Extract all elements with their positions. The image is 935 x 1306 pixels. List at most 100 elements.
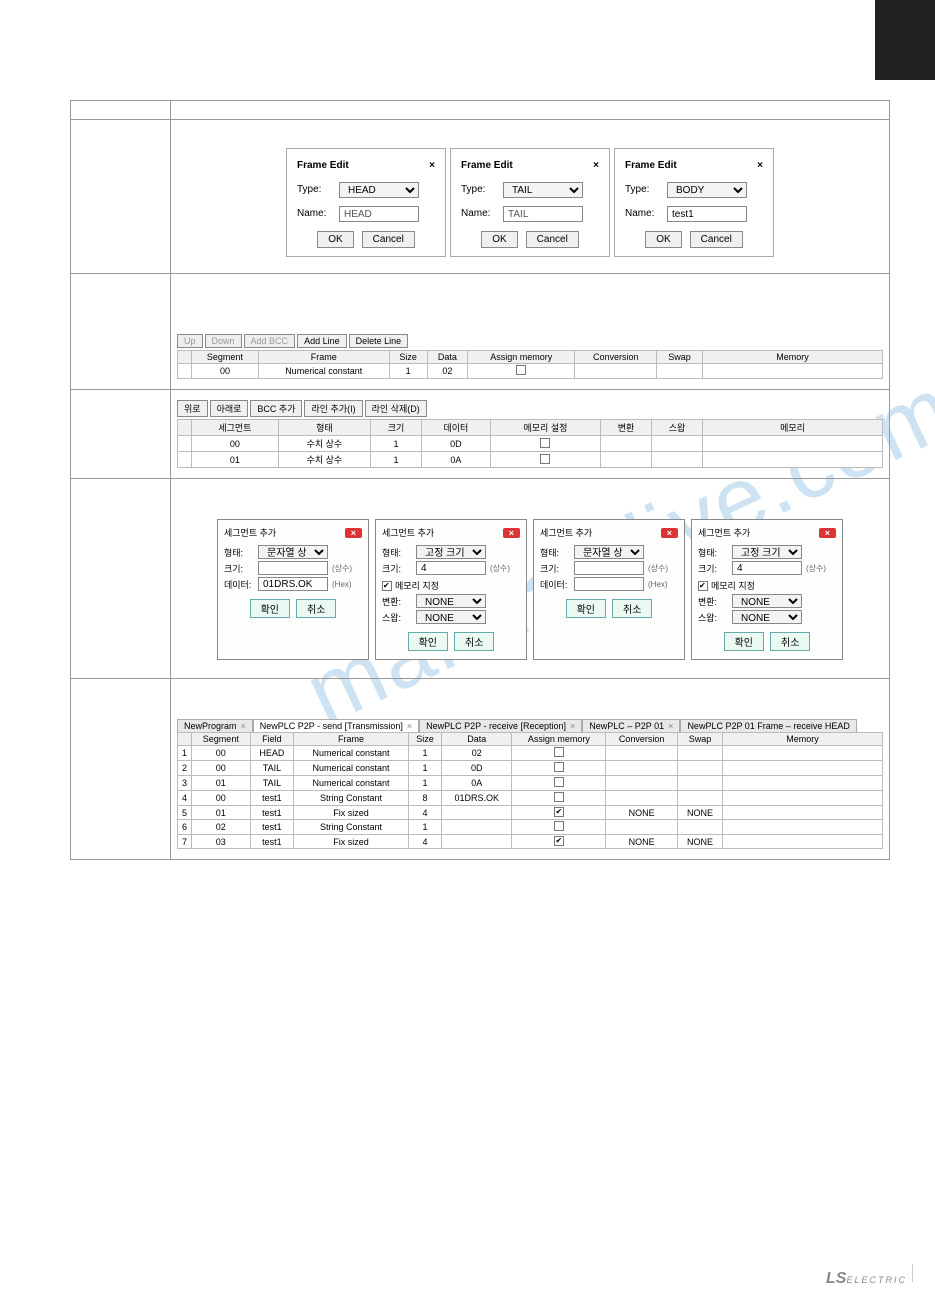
type-select[interactable]: BODY [667, 182, 747, 198]
tab-newprogram[interactable]: NewProgram× [177, 719, 253, 732]
frame-edit-row: Frame Edit× Type:HEAD Name: OKCancel Fra… [177, 130, 883, 263]
table-row[interactable]: 602test1String Constant1 [178, 820, 883, 835]
cancel-button[interactable]: Cancel [362, 231, 415, 248]
assign-checkbox[interactable] [554, 762, 564, 772]
type-select[interactable]: TAIL [503, 182, 583, 198]
table-row[interactable]: 01수치 상수10A [178, 452, 883, 468]
table-row[interactable]: 301TAILNumerical constant10A [178, 776, 883, 791]
name-input [503, 206, 583, 222]
seg-type-select[interactable]: 문자열 상수 [574, 545, 644, 559]
assign-checkbox[interactable] [554, 807, 564, 817]
ok-button[interactable]: 확인 [250, 599, 290, 618]
conv-select[interactable]: NONE [732, 594, 802, 608]
cancel-button[interactable]: Cancel [526, 231, 579, 248]
cancel-button[interactable]: 취소 [454, 632, 494, 651]
ok-button[interactable]: OK [317, 231, 353, 248]
down-button[interactable]: Down [205, 334, 242, 348]
seg-size-input[interactable] [732, 561, 802, 575]
assign-checkbox[interactable] [554, 777, 564, 787]
ok-button[interactable]: 확인 [724, 632, 764, 651]
close-icon[interactable]: × [819, 528, 836, 538]
add-bcc-button[interactable]: Add BCC [244, 334, 296, 348]
conv-select[interactable]: NONE [416, 594, 486, 608]
down-button[interactable]: 아래로 [210, 400, 249, 417]
close-icon[interactable]: × [503, 528, 520, 538]
cancel-button[interactable]: 취소 [770, 632, 810, 651]
assign-checkbox[interactable] [540, 438, 550, 448]
add-line-button[interactable]: Add Line [297, 334, 347, 348]
table-row[interactable]: 00수치 상수10D [178, 436, 883, 452]
close-icon[interactable]: × [593, 157, 599, 175]
add-line-button[interactable]: 라인 추가(I) [304, 400, 362, 417]
delete-line-button[interactable]: Delete Line [349, 334, 409, 348]
big-table: Segment Field Frame Size Data Assign mem… [177, 732, 883, 849]
segment-add-1: 세그먼트 추가× 형태:문자열 상수 크기:(상수) 데이터:(Hex) 확인취… [217, 519, 369, 660]
tab-bar: NewProgram× NewPLC P2P - send [Transmiss… [177, 719, 883, 732]
seg-data-input[interactable] [574, 577, 644, 591]
close-icon[interactable]: × [241, 721, 246, 731]
table-row[interactable]: 00 Numerical constant 1 02 [178, 364, 883, 379]
assign-checkbox[interactable] [554, 836, 564, 846]
type-select[interactable]: HEAD [339, 182, 419, 198]
close-icon[interactable]: × [661, 528, 678, 538]
assign-checkbox[interactable] [540, 454, 550, 464]
seg-type-select[interactable]: 고정 크기 변수 [732, 545, 802, 559]
segment-add-row: 세그먼트 추가× 형태:문자열 상수 크기:(상수) 데이터:(Hex) 확인취… [177, 489, 883, 668]
add-bcc-button[interactable]: BCC 추가 [250, 400, 302, 417]
assign-memory-checkbox[interactable] [382, 581, 392, 591]
up-button[interactable]: 위로 [177, 400, 208, 417]
assign-checkbox[interactable] [516, 365, 526, 375]
close-icon[interactable]: × [429, 157, 435, 175]
assign-checkbox[interactable] [554, 821, 564, 831]
cancel-button[interactable]: 취소 [296, 599, 336, 618]
dialog-title: Frame Edit [297, 157, 349, 175]
tab-p2p01[interactable]: NewPLC – P2P 01× [582, 719, 680, 732]
table-block2: 세그먼트 형태 크기 데이터 메모리 설정 변환 스왑 메모리 00수치 상수1… [177, 419, 883, 468]
ok-button[interactable]: 확인 [566, 599, 606, 618]
table-row[interactable]: 200TAILNumerical constant10D [178, 761, 883, 776]
seg-size-input[interactable] [258, 561, 328, 575]
swap-select[interactable]: NONE [732, 610, 802, 624]
table-row[interactable]: 703test1Fix sized4NONENONE [178, 835, 883, 849]
close-icon[interactable]: × [757, 157, 763, 175]
tab-receive-head[interactable]: NewPLC P2P 01 Frame – receive HEAD [680, 719, 856, 732]
segment-add-2: 세그먼트 추가× 형태:고정 크기 변수 크기:(상수) 메모리 지정 변환:N… [375, 519, 527, 660]
up-button[interactable]: Up [177, 334, 203, 348]
frame-edit-tail: Frame Edit× Type:TAIL Name: OKCancel [450, 148, 610, 257]
assign-checkbox[interactable] [554, 792, 564, 802]
seg-data-input[interactable] [258, 577, 328, 591]
footer-divider [912, 1264, 913, 1282]
delete-line-button[interactable]: 라인 삭제(D) [365, 400, 427, 417]
cancel-button[interactable]: 취소 [612, 599, 652, 618]
close-icon[interactable]: × [570, 721, 575, 731]
content-frame: Frame Edit× Type:HEAD Name: OKCancel Fra… [70, 100, 890, 860]
ok-button[interactable]: OK [645, 231, 681, 248]
footer-logo: LSELECTRIC [826, 1270, 907, 1288]
table-row[interactable]: 400test1String Constant801DRS.OK [178, 791, 883, 806]
cancel-button[interactable]: Cancel [690, 231, 743, 248]
name-input[interactable] [667, 206, 747, 222]
table-row[interactable]: 100HEADNumerical constant102 [178, 746, 883, 761]
name-input [339, 206, 419, 222]
swap-select[interactable]: NONE [416, 610, 486, 624]
close-icon[interactable]: × [668, 721, 673, 731]
assign-checkbox[interactable] [554, 747, 564, 757]
seg-type-select[interactable]: 고정 크기 변수 [416, 545, 486, 559]
table-block1: Segment Frame Size Data Assign memory Co… [177, 350, 883, 379]
close-icon[interactable]: × [345, 528, 362, 538]
segment-add-4: 세그먼트 추가× 형태:고정 크기 변수 크기:(상수) 메모리 지정 변환:N… [691, 519, 843, 660]
tab-send[interactable]: NewPLC P2P - send [Transmission]× [253, 719, 419, 732]
assign-memory-checkbox[interactable] [698, 581, 708, 591]
ok-button[interactable]: 확인 [408, 632, 448, 651]
corner-tab [875, 0, 935, 80]
segment-add-3: 세그먼트 추가× 형태:문자열 상수 크기:(상수) 데이터:(Hex) 확인취… [533, 519, 685, 660]
ok-button[interactable]: OK [481, 231, 517, 248]
seg-size-input[interactable] [416, 561, 486, 575]
seg-size-input[interactable] [574, 561, 644, 575]
close-icon[interactable]: × [407, 721, 412, 731]
toolbar-block2: 위로 아래로 BCC 추가 라인 추가(I) 라인 삭제(D) [177, 400, 883, 417]
tab-receive[interactable]: NewPLC P2P - receive [Reception]× [419, 719, 582, 732]
table-row[interactable]: 501test1Fix sized4NONENONE [178, 806, 883, 820]
toolbar-block1: Up Down Add BCC Add Line Delete Line [177, 334, 883, 348]
seg-type-select[interactable]: 문자열 상수 [258, 545, 328, 559]
